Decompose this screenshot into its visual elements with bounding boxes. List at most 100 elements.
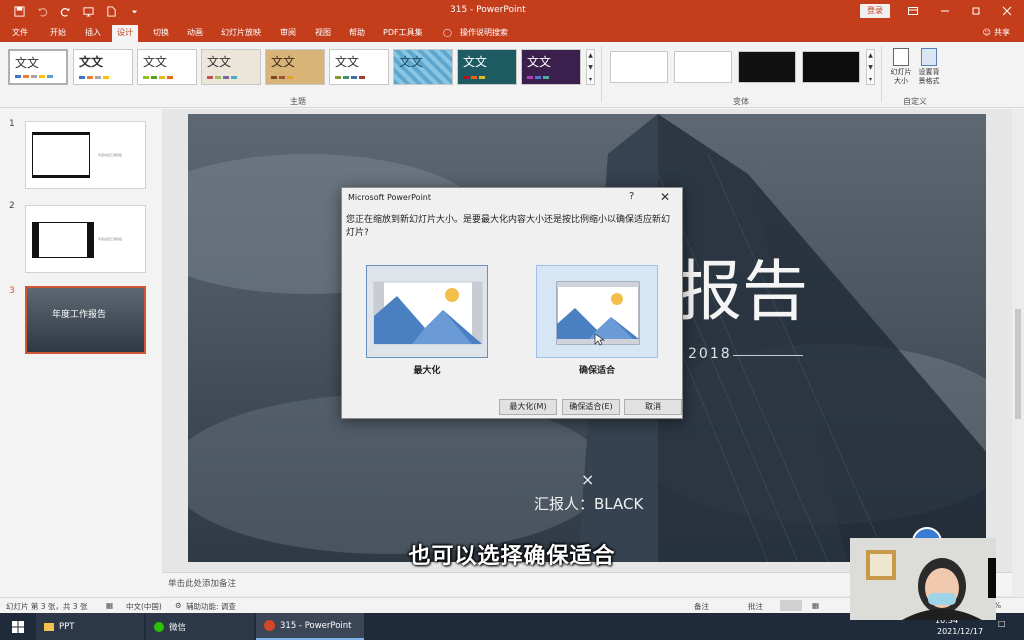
theme-sample-text: 文文	[79, 55, 104, 69]
slide-sorter-icon[interactable]: ▦	[812, 601, 819, 610]
slide-thumbnail-pane: 1 年度总结汇报模板 2 年度总结汇报模板 3 年度工作报告	[0, 109, 162, 597]
restore-icon[interactable]	[968, 3, 984, 19]
ribbon-design: 文文 文文 文文 文文 文文 文文 文文 文文 文文 ▲ ▼ ▾ 主题 ▲ ▼ …	[0, 42, 1024, 108]
themes-group-label: 主题	[290, 97, 306, 106]
theme-sample-text: 文文	[463, 55, 488, 69]
theme-facet[interactable]: 文文	[137, 49, 197, 85]
theme-ion[interactable]: 文文	[457, 49, 517, 85]
task-ppt-folder[interactable]: PPT	[36, 613, 144, 640]
tab-insert[interactable]: 插入	[80, 25, 106, 42]
normal-view-icon[interactable]	[780, 600, 802, 611]
menu-bar: 文件 开始 插入 设计 切换 动画 幻灯片放映 审阅 视图 帮助 PDF工具集 …	[0, 22, 1024, 42]
year-divider	[733, 355, 803, 356]
task-powerpoint[interactable]: 315 - PowerPoint	[256, 613, 364, 640]
powerpoint-window: 315 - PowerPoint 登录 文件 开始 插入 设计 切换 动画 幻灯…	[0, 0, 1024, 640]
slide-year: 2018	[688, 346, 732, 362]
theme-organic[interactable]: 文文	[329, 49, 389, 85]
theme-wood[interactable]: 文文	[265, 49, 325, 85]
variants-scroll[interactable]: ▲ ▼ ▾	[866, 49, 875, 85]
format-background-button[interactable]: 设置背 景格式	[916, 48, 942, 86]
spellcheck-icon[interactable]: ▦	[106, 601, 113, 610]
notes-placeholder: 单击此处添加备注	[168, 579, 237, 589]
tab-review[interactable]: 审阅	[275, 25, 301, 42]
tab-view[interactable]: 视图	[310, 25, 336, 42]
login-button[interactable]: 登录	[860, 4, 890, 18]
slide-size-label: 幻灯片 大小	[890, 68, 912, 85]
tab-help[interactable]: 帮助	[344, 25, 370, 42]
task-label: PPT	[59, 621, 75, 632]
theme-retrospect[interactable]: 文文	[201, 49, 261, 85]
title-bar: 315 - PowerPoint 登录	[0, 0, 1024, 22]
new-file-icon[interactable]	[104, 4, 118, 18]
save-icon[interactable]	[12, 4, 26, 18]
task-label: 微信	[169, 622, 187, 633]
ensure-fit-picture-icon	[556, 281, 640, 346]
theme-celestial[interactable]: 文文	[521, 49, 581, 85]
slide-size-button[interactable]: 幻灯片 大小	[888, 48, 914, 86]
quick-access-toolbar	[0, 4, 141, 18]
ensure-fit-option[interactable]	[536, 265, 658, 358]
vertical-scrollbar[interactable]	[1012, 109, 1024, 597]
windows-start-icon[interactable]	[4, 613, 32, 640]
redo-icon[interactable]	[58, 4, 72, 18]
tab-pdf-tools[interactable]: PDF工具集	[378, 25, 428, 42]
slide-thumbnail-2[interactable]: 年度总结汇报模板	[25, 205, 146, 273]
cancel-button[interactable]: 取消	[624, 399, 682, 415]
theme-sample-text: 文文	[335, 55, 360, 69]
theme-sample-text: 文文	[527, 55, 552, 69]
themes-scroll[interactable]: ▲ ▼ ▾	[586, 49, 595, 85]
slide-title-fragment: 报告	[676, 253, 808, 330]
person-icon: ☺	[982, 28, 991, 37]
close-icon[interactable]: ✕	[660, 190, 670, 204]
ribbon-display-icon[interactable]	[905, 3, 921, 19]
share-button[interactable]: ☺ 共享	[983, 27, 1010, 38]
slide-number: 1	[9, 119, 15, 129]
tell-me-search[interactable]: 操作说明搜索	[455, 25, 513, 42]
tab-transitions[interactable]: 切换	[148, 25, 174, 42]
folder-icon	[44, 622, 54, 631]
comments-toggle[interactable]: 批注	[748, 601, 763, 612]
wechat-icon	[154, 621, 164, 632]
thumb-caption: 年度总结汇报模板	[98, 237, 123, 241]
thumb-title: 年度工作报告	[52, 310, 107, 320]
theme-dots[interactable]: 文文	[393, 49, 453, 85]
maximize-option[interactable]	[366, 265, 488, 358]
tab-file[interactable]: 文件	[7, 25, 33, 42]
clock-date[interactable]: 2021/12/17	[937, 627, 983, 636]
slide-thumbnail-1[interactable]: 年度总结汇报模板	[25, 121, 146, 189]
variant-1[interactable]	[610, 51, 668, 83]
theme-sample-text: 文文	[399, 55, 424, 69]
slide-count-status: 幻灯片 第 3 张，共 3 张	[6, 602, 88, 611]
maximize-option-label: 最大化	[413, 366, 441, 376]
slide-thumbnail-3[interactable]: 年度工作报告	[25, 286, 146, 354]
slide-number-active: 3	[9, 286, 15, 296]
notification-icon[interactable]: □	[998, 619, 1006, 628]
variants-group-label: 变体	[733, 97, 749, 106]
video-subtitle: 也可以选择确保适合	[408, 544, 616, 569]
slide-reporter: 汇报人：BLACK	[534, 495, 644, 513]
help-icon[interactable]: ?	[629, 191, 634, 202]
ensure-fit-button[interactable]: 确保适合(E)	[562, 399, 620, 415]
theme-office[interactable]: 文文	[8, 49, 68, 85]
start-from-beginning-icon[interactable]	[81, 4, 95, 18]
theme-sample-text: 文文	[143, 55, 168, 69]
task-wechat[interactable]: 微信	[146, 613, 254, 640]
maximize-button[interactable]: 最大化(M)	[499, 399, 557, 415]
variant-2[interactable]	[674, 51, 732, 83]
variant-4[interactable]	[802, 51, 860, 83]
tab-home[interactable]: 开始	[45, 25, 71, 42]
tab-design[interactable]: 设计	[112, 25, 138, 42]
close-window-icon[interactable]	[999, 3, 1015, 19]
powerpoint-icon	[264, 620, 275, 631]
customize-qat-icon[interactable]	[127, 4, 141, 18]
notes-toggle[interactable]: 备注	[694, 601, 709, 612]
language-status[interactable]: 中文(中国)	[126, 601, 162, 612]
tab-animations[interactable]: 动画	[182, 25, 208, 42]
variant-3[interactable]	[738, 51, 796, 83]
accessibility-icon: ⚙	[175, 601, 182, 610]
tab-slideshow[interactable]: 幻灯片放映	[216, 25, 266, 42]
theme-office-bold[interactable]: 文文	[73, 49, 133, 85]
minimize-icon[interactable]	[937, 3, 953, 19]
accessibility-status[interactable]: 辅助功能: 调查	[186, 601, 236, 612]
undo-icon[interactable]	[35, 4, 49, 18]
